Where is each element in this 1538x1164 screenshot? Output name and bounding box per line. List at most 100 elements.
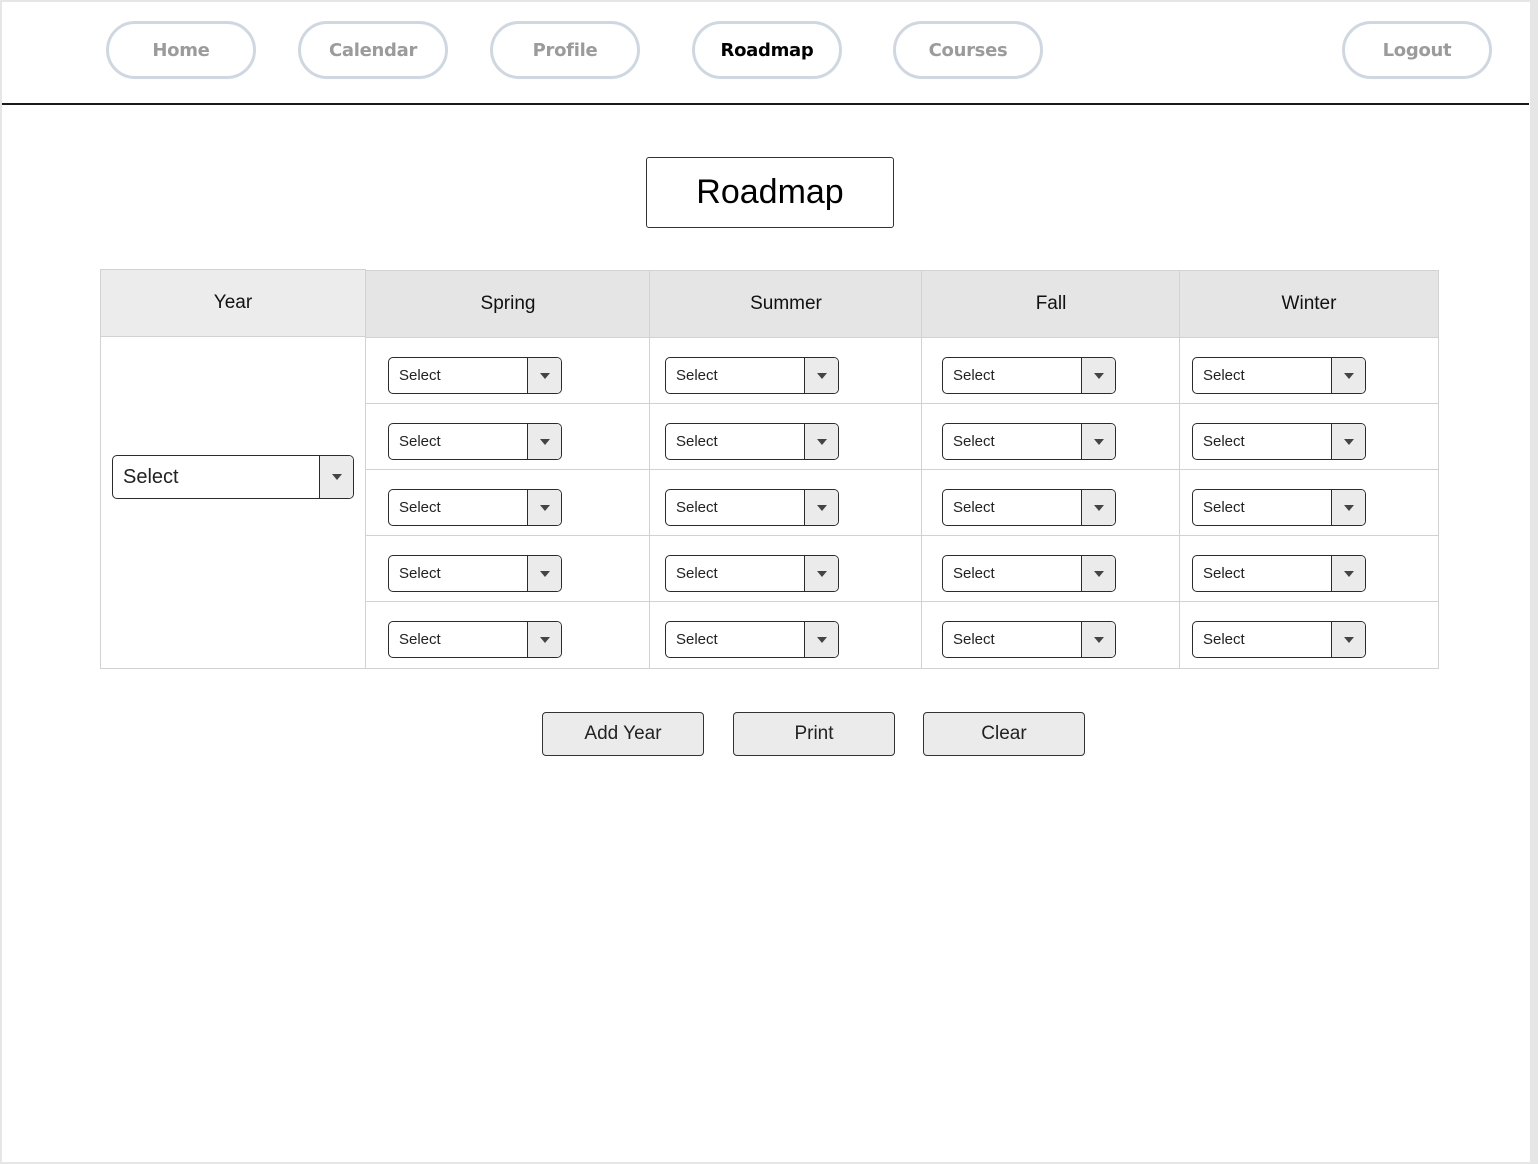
course-select-value: Select <box>676 367 718 384</box>
course-select-spring-1[interactable]: Select <box>388 357 562 394</box>
course-select-value: Select <box>399 499 441 516</box>
course-select-value: Select <box>399 565 441 582</box>
course-cell-summer-5: Select <box>649 601 923 669</box>
course-select-value: Select <box>953 565 995 582</box>
course-select-value: Select <box>676 433 718 450</box>
course-select-summer-4[interactable]: Select <box>665 555 839 592</box>
chevron-down-icon <box>1081 622 1115 657</box>
chevron-down-icon <box>1081 490 1115 525</box>
course-select-value: Select <box>1203 631 1245 648</box>
course-cell-spring-1: Select <box>365 337 651 405</box>
course-select-fall-4[interactable]: Select <box>942 555 1116 592</box>
course-select-spring-4[interactable]: Select <box>388 555 562 592</box>
course-cell-fall-3: Select <box>921 469 1181 537</box>
print-button[interactable]: Print <box>733 712 895 756</box>
course-cell-spring-4: Select <box>365 535 651 603</box>
course-select-value: Select <box>953 433 995 450</box>
chevron-down-icon <box>1331 424 1365 459</box>
course-cell-summer-4: Select <box>649 535 923 603</box>
course-select-value: Select <box>1203 565 1245 582</box>
nav-home[interactable]: Home <box>106 21 256 79</box>
course-select-value: Select <box>676 565 718 582</box>
course-cell-summer-1: Select <box>649 337 923 405</box>
chevron-down-icon <box>804 424 838 459</box>
year-cell: Select <box>100 336 366 669</box>
course-select-value: Select <box>676 499 718 516</box>
course-select-value: Select <box>399 367 441 384</box>
course-cell-summer-3: Select <box>649 469 923 537</box>
chevron-down-icon <box>804 358 838 393</box>
course-select-winter-3[interactable]: Select <box>1192 489 1366 526</box>
chevron-down-icon <box>319 456 353 498</box>
chevron-down-icon <box>527 556 561 591</box>
chevron-down-icon <box>804 622 838 657</box>
chevron-down-icon <box>1331 622 1365 657</box>
chevron-down-icon <box>1081 424 1115 459</box>
nav-divider <box>2 103 1529 105</box>
logout-button[interactable]: Logout <box>1342 21 1492 79</box>
course-select-value: Select <box>1203 367 1245 384</box>
chevron-down-icon <box>527 358 561 393</box>
course-select-value: Select <box>953 367 995 384</box>
nav-courses[interactable]: Courses <box>893 21 1043 79</box>
course-select-value: Select <box>1203 499 1245 516</box>
course-select-value: Select <box>1203 433 1245 450</box>
course-select-summer-1[interactable]: Select <box>665 357 839 394</box>
course-cell-fall-5: Select <box>921 601 1181 669</box>
course-select-value: Select <box>399 631 441 648</box>
chevron-down-icon <box>1331 358 1365 393</box>
course-select-summer-5[interactable]: Select <box>665 621 839 658</box>
chevron-down-icon <box>804 490 838 525</box>
course-select-spring-3[interactable]: Select <box>388 489 562 526</box>
course-select-summer-2[interactable]: Select <box>665 423 839 460</box>
course-cell-fall-4: Select <box>921 535 1181 603</box>
course-select-winter-2[interactable]: Select <box>1192 423 1366 460</box>
course-cell-spring-5: Select <box>365 601 651 669</box>
chevron-down-icon <box>1081 358 1115 393</box>
chevron-down-icon <box>1081 556 1115 591</box>
course-select-winter-1[interactable]: Select <box>1192 357 1366 394</box>
header-winter: Winter <box>1179 270 1439 338</box>
course-cell-summer-2: Select <box>649 403 923 471</box>
header-spring: Spring <box>365 270 651 338</box>
course-select-fall-1[interactable]: Select <box>942 357 1116 394</box>
course-cell-spring-2: Select <box>365 403 651 471</box>
chevron-down-icon <box>527 622 561 657</box>
course-cell-fall-1: Select <box>921 337 1181 405</box>
course-cell-winter-3: Select <box>1179 469 1439 537</box>
course-select-winter-4[interactable]: Select <box>1192 555 1366 592</box>
course-select-summer-3[interactable]: Select <box>665 489 839 526</box>
course-select-value: Select <box>399 433 441 450</box>
page: Home Calendar Profile Roadmap Courses Lo… <box>2 2 1530 1162</box>
course-cell-winter-1: Select <box>1179 337 1439 405</box>
chevron-down-icon <box>1331 556 1365 591</box>
course-cell-fall-2: Select <box>921 403 1181 471</box>
chevron-down-icon <box>527 490 561 525</box>
course-select-fall-5[interactable]: Select <box>942 621 1116 658</box>
chevron-down-icon <box>527 424 561 459</box>
course-select-spring-2[interactable]: Select <box>388 423 562 460</box>
header-year: Year <box>100 269 366 337</box>
add-year-button[interactable]: Add Year <box>542 712 704 756</box>
nav-profile[interactable]: Profile <box>490 21 640 79</box>
course-select-value: Select <box>676 631 718 648</box>
year-select[interactable]: Select <box>112 455 354 499</box>
course-select-value: Select <box>953 499 995 516</box>
course-select-value: Select <box>953 631 995 648</box>
course-select-winter-5[interactable]: Select <box>1192 621 1366 658</box>
chevron-down-icon <box>804 556 838 591</box>
header-fall: Fall <box>921 270 1181 338</box>
course-select-fall-2[interactable]: Select <box>942 423 1116 460</box>
nav-roadmap[interactable]: Roadmap <box>692 21 842 79</box>
chevron-down-icon <box>1331 490 1365 525</box>
course-select-spring-5[interactable]: Select <box>388 621 562 658</box>
course-select-fall-3[interactable]: Select <box>942 489 1116 526</box>
year-select-value: Select <box>123 465 179 488</box>
course-cell-spring-3: Select <box>365 469 651 537</box>
nav-calendar[interactable]: Calendar <box>298 21 448 79</box>
clear-button[interactable]: Clear <box>923 712 1085 756</box>
course-cell-winter-2: Select <box>1179 403 1439 471</box>
course-cell-winter-5: Select <box>1179 601 1439 669</box>
header-summer: Summer <box>649 270 923 338</box>
course-cell-winter-4: Select <box>1179 535 1439 603</box>
